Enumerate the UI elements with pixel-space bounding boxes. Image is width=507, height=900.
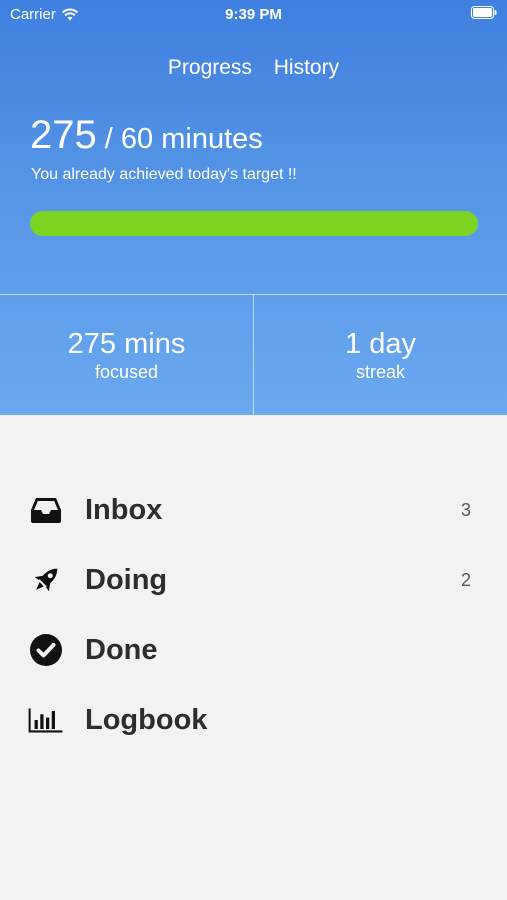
menu-item-count: 2 <box>460 569 471 590</box>
menu-item-inbox[interactable]: Inbox 3 <box>0 475 507 545</box>
streak-stat: 1 day streak <box>254 295 507 416</box>
target-message: You already achieved today's target !! <box>31 166 297 183</box>
menu-item-done[interactable]: Done <box>0 615 507 685</box>
progress-header: Carrier 9:39 PM Progress History 275 / 6… <box>0 0 507 416</box>
focused-stat: 275 mins focused <box>0 295 254 416</box>
bar-chart-icon <box>28 702 64 738</box>
focused-stat-label: focused <box>94 362 159 382</box>
focused-stat-value: 275 mins <box>67 328 186 360</box>
status-bar: Carrier 9:39 PM <box>0 0 507 28</box>
menu-item-count: 3 <box>460 499 471 520</box>
stats-panel: 275 mins focused 1 day streak <box>0 294 507 416</box>
check-circle-icon <box>28 632 64 668</box>
progress-bar-fill <box>30 211 478 236</box>
menu-item-label: Done <box>85 633 158 666</box>
streak-stat-label: streak <box>355 362 406 382</box>
task-list-menu: Inbox 3 Doing 2 Done Logbook <box>0 475 507 755</box>
menu-item-doing[interactable]: Doing 2 <box>0 545 507 615</box>
menu-item-label: Inbox <box>85 493 163 526</box>
tab-progress[interactable]: Progress <box>168 56 252 80</box>
target-minutes: / 60 minutes <box>96 123 263 155</box>
battery-icon <box>471 6 497 19</box>
tab-bar: Progress History <box>0 56 507 80</box>
menu-item-label: Logbook <box>85 703 208 736</box>
daily-target: 275 / 60 minutes <box>30 113 263 158</box>
inbox-icon <box>28 492 64 528</box>
menu-item-logbook[interactable]: Logbook <box>0 685 507 755</box>
minutes-focused-value: 275 <box>30 113 97 157</box>
clock: 9:39 PM <box>225 6 282 23</box>
rocket-icon <box>28 562 64 598</box>
menu-item-label: Doing <box>85 563 168 596</box>
progress-bar <box>30 211 478 236</box>
streak-stat-value: 1 day <box>345 328 416 360</box>
tab-history[interactable]: History <box>274 56 339 80</box>
